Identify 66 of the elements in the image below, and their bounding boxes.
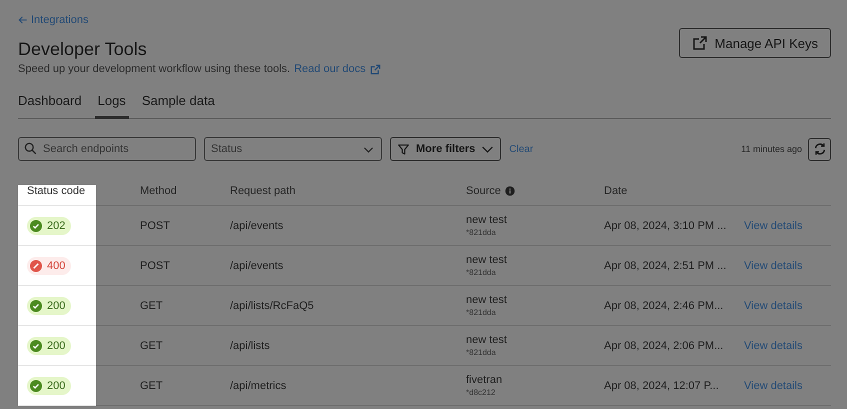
table-cell: GET xyxy=(140,300,163,312)
table-cell: POST xyxy=(140,260,170,272)
table-cell: /api/events xyxy=(230,260,284,272)
page-subtitle: Speed up your development workflow using these tools. xyxy=(18,63,290,75)
back-link[interactable]: Integrations xyxy=(18,14,88,26)
status-badge: 200 xyxy=(27,296,72,314)
status-badge: 202 xyxy=(27,216,72,234)
column-header: Date xyxy=(604,185,628,197)
check-circle-icon xyxy=(30,220,42,232)
column-header: Request path xyxy=(230,185,296,197)
view-details-link[interactable]: View details xyxy=(744,260,802,272)
table-cell: /api/lists xyxy=(230,340,270,352)
status-dropdown[interactable]: Status xyxy=(204,137,382,161)
view-details-link[interactable]: View details xyxy=(744,340,802,352)
column-header: Source xyxy=(466,185,501,197)
manage-api-keys-button[interactable]: Manage API Keys xyxy=(678,28,831,58)
table-cell: /api/lists/RcFaQ5 xyxy=(230,300,314,312)
column-header: Method xyxy=(140,185,177,197)
table-cell: Apr 08, 2024, 12:07 P... xyxy=(604,380,719,392)
check-circle-icon xyxy=(30,300,42,312)
table-cell: new test xyxy=(466,254,507,266)
table-cell: POST xyxy=(140,220,170,232)
check-circle-icon xyxy=(30,380,42,392)
view-details-link[interactable]: View details xyxy=(744,300,802,312)
check-circle-icon xyxy=(30,340,42,352)
tab[interactable]: Dashboard xyxy=(18,93,82,119)
table-cell: Apr 08, 2024, 3:10 PM ... xyxy=(604,220,726,232)
error-icon xyxy=(30,260,42,272)
info-icon xyxy=(504,186,515,196)
view-details-link[interactable]: View details xyxy=(744,380,802,392)
more-filters-button[interactable]: More filters xyxy=(390,137,502,161)
table-cell: /api/events xyxy=(230,220,284,232)
table-cell: new test xyxy=(466,294,507,306)
status-badge: 200 xyxy=(27,376,72,394)
tab[interactable]: Logs xyxy=(94,93,129,119)
external-link-icon xyxy=(370,64,381,74)
table-cell: /api/metrics xyxy=(230,380,286,392)
source-id: *821dda xyxy=(466,228,496,237)
table-cell: Apr 08, 2024, 2:06 PM... xyxy=(604,340,724,352)
table-cell: Apr 08, 2024, 2:51 PM ... xyxy=(604,260,726,272)
source-id: *821dda xyxy=(466,308,496,317)
column-header: Status code xyxy=(27,185,86,197)
search-field[interactable]: Search endpoints xyxy=(18,137,196,161)
updated-time: 11 minutes ago xyxy=(741,144,802,154)
refresh-button[interactable] xyxy=(808,138,831,160)
docs-link[interactable]: Read our docs xyxy=(294,63,366,75)
tab[interactable]: Sample data xyxy=(142,93,215,119)
filter-icon xyxy=(397,142,410,156)
page-title: Developer Tools xyxy=(18,39,148,60)
table-cell: Apr 08, 2024, 2:46 PM... xyxy=(604,300,724,312)
search-icon xyxy=(24,142,37,155)
arrow-left-icon xyxy=(18,15,28,25)
source-id: *d8c212 xyxy=(466,388,496,397)
refresh-icon xyxy=(812,142,826,156)
table-cell: GET xyxy=(140,380,163,392)
clear-link[interactable]: Clear xyxy=(509,144,534,154)
status-badge: 200 xyxy=(27,336,72,354)
source-id: *821dda xyxy=(466,348,496,357)
view-details-link[interactable]: View details xyxy=(744,220,802,232)
table-cell: GET xyxy=(140,340,163,352)
table-cell: new test xyxy=(466,334,507,346)
external-link-icon xyxy=(692,35,708,51)
table-cell: new test xyxy=(466,214,507,226)
status-badge: 400 xyxy=(27,256,72,274)
table-cell: fivetran xyxy=(466,374,502,386)
source-id: *821dda xyxy=(466,268,496,277)
